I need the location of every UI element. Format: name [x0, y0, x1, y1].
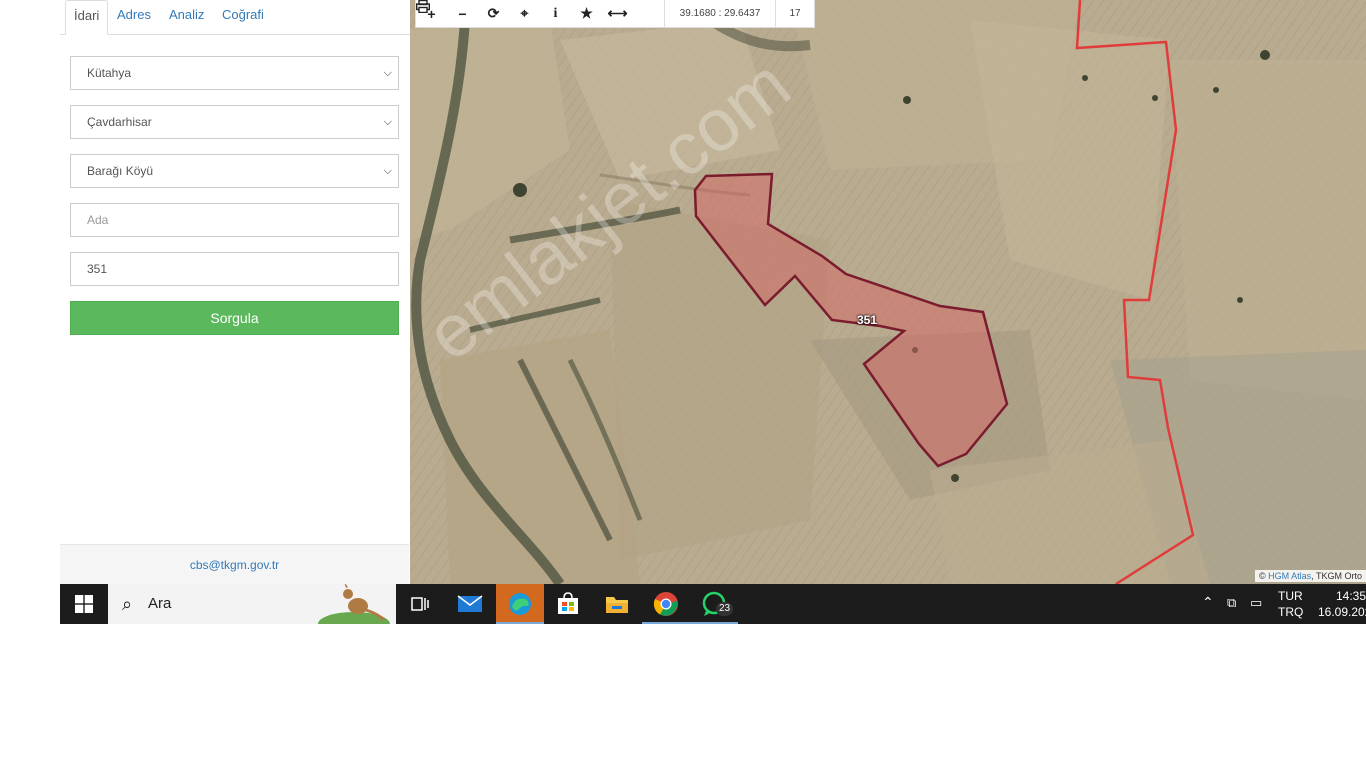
- input-language-indicator[interactable]: TUR TRQ: [1278, 588, 1303, 620]
- taskbar-search[interactable]: ⌕ Ara: [108, 584, 396, 624]
- chevron-down-icon: ⌵: [383, 67, 392, 79]
- search-placeholder: Ara: [148, 595, 172, 612]
- start-button[interactable]: [60, 584, 108, 624]
- chrome-browser-button[interactable]: [642, 584, 690, 624]
- tray-chevron-up-icon[interactable]: ⌃: [1202, 594, 1214, 611]
- map-attribution: © HGM Atlas, TKGM Orto: [1254, 570, 1366, 582]
- network-icon[interactable]: ⧉: [1227, 595, 1236, 611]
- kangaroo-illustration-icon: [318, 584, 390, 624]
- whatsapp-badge: 23: [716, 602, 734, 616]
- attribution-link[interactable]: HGM Atlas: [1268, 571, 1311, 581]
- lang-top: TUR: [1278, 589, 1303, 603]
- monitor-icon[interactable]: ▭: [1250, 595, 1262, 611]
- zoom-out-icon[interactable]: −: [447, 0, 478, 27]
- contact-email-link[interactable]: cbs@tkgm.gov.tr: [60, 544, 409, 585]
- ada-input[interactable]: Ada: [70, 203, 399, 237]
- tab-idari[interactable]: İdari: [65, 0, 109, 35]
- parsel-input[interactable]: 351: [70, 252, 399, 286]
- map-toolbar: + − ⟳ ⌖ i ★ ⟷ 39.1680 : 29.6437 17: [415, 0, 815, 28]
- mail-icon: [457, 595, 483, 612]
- chevron-down-icon: ⌵: [383, 165, 392, 177]
- province-select[interactable]: Kütahya ⌵: [70, 56, 399, 90]
- query-button[interactable]: Sorgula: [70, 301, 399, 335]
- search-icon: ⌕: [122, 594, 133, 614]
- province-value: Kütahya: [87, 66, 132, 80]
- clock-time: 14:35: [1335, 589, 1366, 603]
- mail-app-button[interactable]: [446, 584, 494, 624]
- windows-icon: [75, 595, 93, 613]
- attribution-text: , TKGM Orto: [1311, 571, 1362, 581]
- system-clock[interactable]: 14:35 16.09.2024: [1318, 588, 1366, 620]
- screen: İdari Adres Analiz Coğrafi Kütahya ⌵ Çav…: [60, 0, 1366, 624]
- neighborhood-select[interactable]: Barağı Köyü ⌵: [70, 154, 399, 188]
- task-view-button[interactable]: [396, 584, 444, 624]
- tab-analiz[interactable]: Analiz: [161, 0, 212, 34]
- clock-date: 16.09.2024: [1318, 605, 1366, 619]
- measure-icon[interactable]: ⟷: [602, 0, 633, 27]
- district-select[interactable]: Çavdarhisar ⌵: [70, 105, 399, 139]
- chevron-down-icon: ⌵: [383, 116, 392, 128]
- zoom-level: 17: [775, 0, 814, 27]
- tab-adres[interactable]: Adres: [109, 0, 159, 34]
- chrome-icon: [653, 592, 678, 616]
- lang-bottom: TRQ: [1278, 605, 1304, 619]
- info-icon[interactable]: i: [540, 0, 571, 27]
- favorite-star-icon[interactable]: ★: [571, 0, 602, 27]
- tab-cografi[interactable]: Coğrafi: [214, 0, 272, 34]
- edge-icon: [509, 593, 531, 615]
- store-icon: [558, 592, 578, 614]
- taskbar: ⌕ Ara 23 ⌃ ⧉ ▭ TUR TRQ 14:35 16.09.20: [60, 584, 1366, 624]
- panel-tabs: İdari Adres Analiz Coğrafi: [60, 0, 410, 35]
- print-icon[interactable]: [416, 0, 664, 27]
- neighborhood-value: Barağı Köyü: [87, 164, 154, 178]
- district-value: Çavdarhisar: [87, 115, 152, 129]
- parcel-label: 351: [857, 313, 878, 327]
- coordinate-readout: 39.1680 : 29.6437: [664, 0, 775, 27]
- attribution-prefix: ©: [1258, 571, 1266, 581]
- folder-icon: [606, 597, 628, 613]
- query-panel: İdari Adres Analiz Coğrafi Kütahya ⌵ Çav…: [60, 0, 411, 585]
- edge-browser-button[interactable]: [496, 584, 544, 624]
- locate-icon[interactable]: ⌖: [509, 0, 540, 27]
- file-explorer-button[interactable]: [593, 584, 641, 624]
- task-view-icon: [411, 597, 429, 611]
- whatsapp-button[interactable]: 23: [690, 584, 738, 624]
- store-app-button[interactable]: [544, 584, 592, 624]
- refresh-icon[interactable]: ⟳: [478, 0, 509, 27]
- map-view[interactable]: emlakjet.com 351 + − ⟳ ⌖ i ★ ⟷ 39.1680 :…: [410, 0, 1366, 584]
